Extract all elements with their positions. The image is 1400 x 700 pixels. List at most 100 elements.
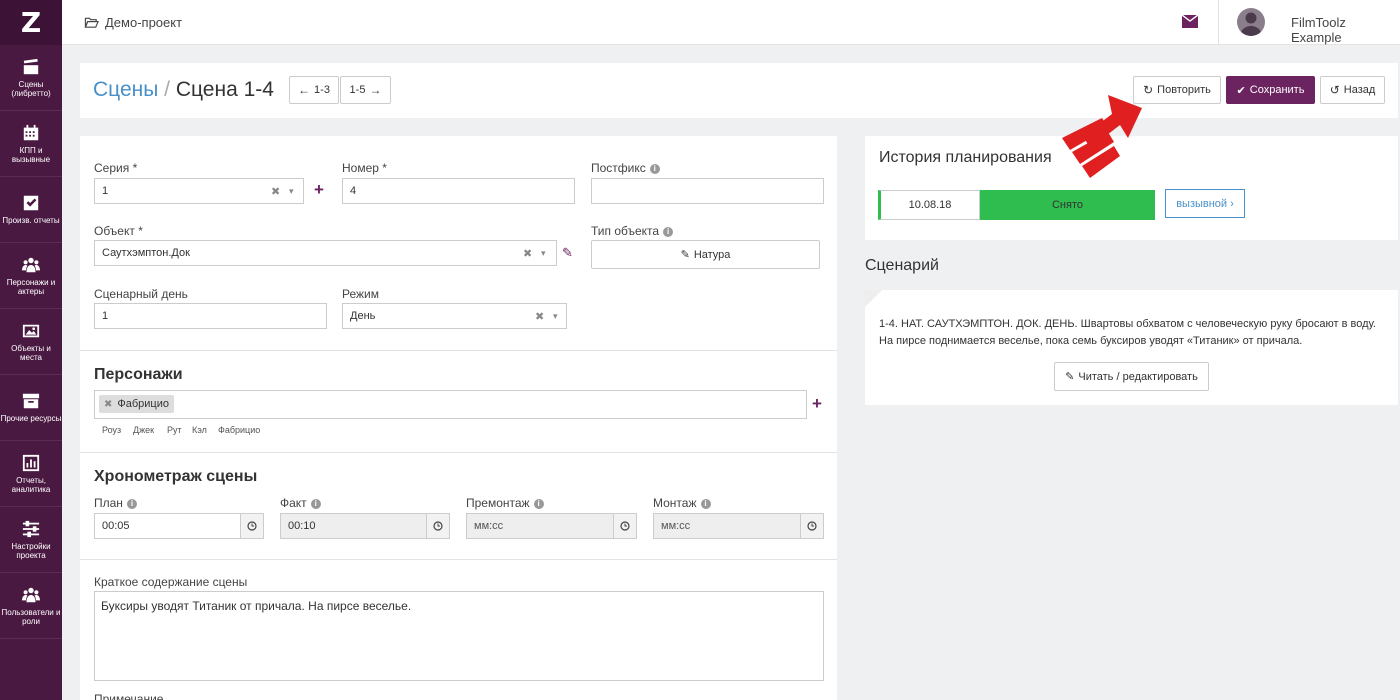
sidebar-item-callsheets[interactable]: КПП и вызывные bbox=[0, 111, 62, 177]
summary-value: Буксиры уводят Титаник от причала. На пи… bbox=[101, 599, 412, 613]
save-button[interactable]: ✔ Сохранить bbox=[1226, 76, 1315, 104]
scenario-day-value: 1 bbox=[102, 310, 109, 322]
plan-label: План i bbox=[94, 496, 137, 510]
divider bbox=[80, 452, 837, 453]
clear-icon[interactable]: ✖ bbox=[535, 310, 544, 323]
username[interactable]: FilmToolz Example bbox=[1291, 15, 1400, 45]
project-name: Демо-проект bbox=[105, 15, 183, 30]
repeat-label: Повторить bbox=[1157, 84, 1211, 96]
add-character-button[interactable]: + bbox=[812, 394, 822, 414]
clear-icon[interactable]: ✖ bbox=[523, 247, 532, 260]
checkbox-icon bbox=[23, 195, 39, 211]
object-type-value: Натура bbox=[693, 248, 731, 261]
fact-time-input[interactable]: 00:10 bbox=[280, 513, 450, 539]
clock-icon[interactable] bbox=[240, 514, 263, 538]
clock-icon[interactable] bbox=[613, 514, 636, 538]
sidebar-item-label: Сцены (либретто) bbox=[11, 79, 51, 98]
scenario-line: 1-4. НАТ. САУТХЭМПТОН. ДОК. ДЕНЬ. Шварто… bbox=[879, 318, 1376, 330]
info-icon[interactable]: i bbox=[126, 498, 137, 509]
info-icon[interactable]: i bbox=[649, 163, 660, 174]
character-suggestion[interactable]: Роуз bbox=[102, 425, 121, 435]
sidebar-item-settings[interactable]: Настройки проекта bbox=[0, 507, 62, 573]
object-value: Саутхэмптон.Док bbox=[102, 247, 190, 259]
sidebar-item-label: Прочие ресурсы bbox=[0, 414, 62, 423]
sidebar-item-characters[interactable]: Персонажи и актеры bbox=[0, 243, 62, 309]
sidebar-item-reports[interactable]: Произв. отчеты bbox=[0, 177, 62, 243]
sidebar-item-scenes[interactable]: Сцены (либретто) bbox=[0, 45, 62, 111]
info-icon[interactable]: i bbox=[533, 498, 544, 509]
call-sheet-button[interactable]: вызывной › bbox=[1165, 189, 1245, 218]
object-type-button[interactable]: ✎ Натура bbox=[591, 240, 820, 269]
object-select[interactable]: Саутхэмптон.Док ✖ ▾ bbox=[94, 240, 557, 266]
fact-label: Факт i bbox=[280, 496, 321, 510]
history-date[interactable]: 10.08.18 bbox=[878, 190, 980, 220]
page-header: Сцены / Сцена 1-4 ← 1-3 1-5 → ↻ Повторит… bbox=[80, 63, 1398, 118]
pencil-icon: ✎ bbox=[680, 249, 690, 261]
series-select[interactable]: 1 ✖ ▾ bbox=[94, 178, 304, 204]
premontage-time-input[interactable]: мм:сс bbox=[466, 513, 637, 539]
avatar[interactable] bbox=[1237, 8, 1265, 36]
save-label: Сохранить bbox=[1249, 84, 1305, 96]
montage-time-input[interactable]: мм:сс bbox=[653, 513, 824, 539]
sidebar-item-label: Пользователи и роли bbox=[1, 607, 61, 626]
scene-form: Серия * 1 ✖ ▾ + Номер * 4 Постфикс i Объе… bbox=[80, 136, 837, 700]
postfix-label: Постфикс i bbox=[591, 161, 660, 175]
clapperboard-icon bbox=[23, 58, 39, 74]
users-icon bbox=[22, 257, 40, 272]
sidebar-item-label: Отчеты, аналитика bbox=[11, 475, 51, 494]
archive-icon bbox=[22, 393, 40, 409]
scenario-day-input[interactable]: 1 bbox=[94, 303, 327, 329]
character-tag: ✖ Фабрицио bbox=[99, 395, 174, 413]
clock-icon[interactable] bbox=[800, 514, 823, 538]
remove-tag-icon[interactable]: ✖ bbox=[104, 399, 112, 410]
character-tag-label: Фабрицио bbox=[117, 398, 169, 410]
info-icon[interactable]: i bbox=[700, 498, 711, 509]
add-series-button[interactable]: + bbox=[314, 180, 324, 200]
back-button[interactable]: ↺ Назад bbox=[1320, 76, 1385, 104]
characters-input[interactable]: ✖ Фабрицио bbox=[94, 390, 807, 419]
chevron-down-icon[interactable]: ▾ bbox=[289, 186, 294, 197]
summary-textarea[interactable]: Буксиры уводят Титаник от причала. На пи… bbox=[94, 591, 824, 681]
number-value: 4 bbox=[350, 185, 357, 197]
next-scene-button[interactable]: 1-5 → bbox=[340, 76, 391, 104]
sidebar-item-label: Настройки проекта bbox=[11, 541, 51, 560]
check-icon: ✔ bbox=[1236, 84, 1246, 97]
project-link[interactable]: Демо-проект bbox=[84, 15, 182, 30]
clear-icon[interactable]: ✖ bbox=[271, 185, 280, 198]
number-input[interactable]: 4 bbox=[342, 178, 575, 204]
divider bbox=[80, 559, 837, 560]
plan-time-input[interactable]: 00:05 bbox=[94, 513, 264, 539]
envelope-icon[interactable] bbox=[1182, 15, 1198, 28]
chevron-down-icon[interactable]: ▾ bbox=[541, 248, 546, 259]
app-logo[interactable]: Z bbox=[0, 0, 62, 45]
read-edit-button[interactable]: ✎ Читать / редактировать bbox=[1054, 362, 1209, 391]
sidebar-item-resources[interactable]: Прочие ресурсы bbox=[0, 375, 62, 441]
user-avatar-icon bbox=[1240, 12, 1262, 36]
character-suggestion[interactable]: Фабрицио bbox=[218, 425, 260, 435]
premontage-placeholder: мм:сс bbox=[474, 520, 504, 532]
chevron-right-icon: › bbox=[1230, 197, 1234, 210]
breadcrumb-link-scenes[interactable]: Сцены bbox=[93, 78, 158, 101]
note-label: Примечание bbox=[94, 692, 164, 700]
info-icon[interactable]: i bbox=[310, 498, 321, 509]
arrow-left-icon: ← bbox=[298, 83, 311, 97]
character-suggestion[interactable]: Рут bbox=[167, 425, 182, 435]
mode-select[interactable]: День ✖ ▾ bbox=[342, 303, 567, 329]
sidebar-item-locations[interactable]: Объекты и места bbox=[0, 309, 62, 375]
character-suggestion[interactable]: Джек bbox=[133, 425, 154, 435]
postfix-input[interactable] bbox=[591, 178, 824, 204]
edit-object-pencil-icon[interactable]: ✎ bbox=[562, 245, 573, 261]
clock-icon[interactable] bbox=[426, 514, 449, 538]
prev-scene-button[interactable]: ← 1-3 bbox=[289, 76, 339, 104]
topbar: Демо-проект FilmToolz Example bbox=[62, 0, 1400, 45]
sidebar-item-label: КПП и вызывные bbox=[11, 145, 51, 164]
character-suggestion[interactable]: Кэл bbox=[192, 425, 207, 435]
chevron-down-icon[interactable]: ▾ bbox=[553, 311, 558, 322]
info-icon[interactable]: i bbox=[663, 226, 674, 237]
breadcrumb: Сцены / Сцена 1-4 bbox=[93, 78, 274, 102]
sidebar-item-label: Произв. отчеты bbox=[2, 216, 60, 225]
sidebar-item-users[interactable]: Пользователи и роли bbox=[0, 573, 62, 639]
sidebar-item-analytics[interactable]: Отчеты, аналитика bbox=[0, 441, 62, 507]
prev-scene-label: 1-3 bbox=[314, 84, 330, 96]
history-status[interactable]: Снято bbox=[980, 190, 1155, 220]
